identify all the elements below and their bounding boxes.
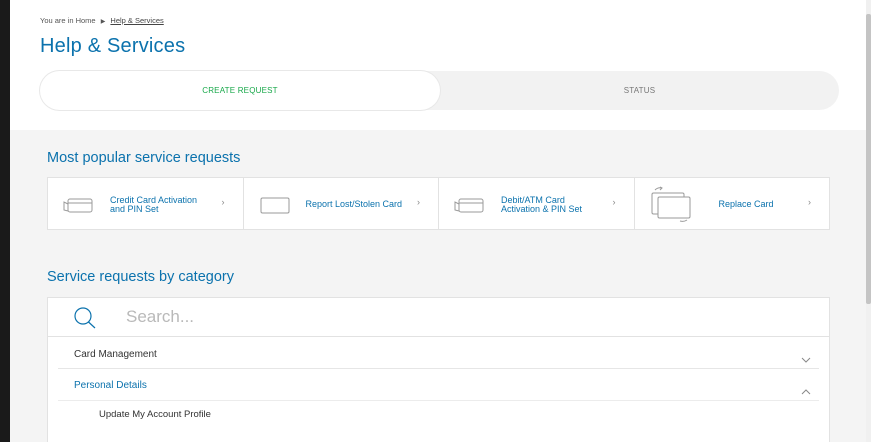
- card-tilted-icon: [62, 196, 96, 219]
- breadcrumb: You are in Home ▶ Help & Services: [40, 16, 164, 25]
- chevron-up-icon: [801, 382, 811, 400]
- search-box: [48, 298, 829, 337]
- card-swap-icon: [649, 186, 695, 227]
- popular-card-label: Replace Card: [718, 199, 774, 209]
- chevron-right-icon: ›: [221, 197, 225, 207]
- category-item-card-management[interactable]: Card Management: [58, 338, 819, 369]
- request-tabs: CREATE REQUEST STATUS: [40, 71, 839, 110]
- card-tilted-icon: [453, 196, 487, 219]
- search-input[interactable]: [126, 305, 726, 329]
- page-header: You are in Home ▶ Help & Services Help &…: [10, 0, 866, 130]
- category-panel: Card Management Personal Details Update …: [47, 297, 830, 442]
- popular-card-label: Credit Card Activation and PIN Set: [110, 194, 198, 214]
- chevron-down-icon: [801, 350, 811, 368]
- main-content: Most popular service requests Credit Car…: [10, 130, 866, 442]
- scrollbar-thumb[interactable]: [866, 14, 871, 304]
- category-item-personal-details[interactable]: Personal Details: [58, 370, 819, 401]
- left-edge-bar: [0, 0, 10, 442]
- chevron-right-icon: ›: [417, 197, 420, 207]
- search-icon[interactable]: [72, 306, 98, 335]
- popular-card-debit-activation[interactable]: Debit/ATM Card Activation & PIN Set ›: [439, 178, 635, 229]
- category-item-label: Card Management: [74, 349, 157, 360]
- breadcrumb-arrow-icon: ▶: [100, 19, 106, 25]
- breadcrumb-current[interactable]: Help & Services: [110, 16, 163, 25]
- popular-card-replace-card[interactable]: Replace Card ›: [635, 178, 830, 229]
- chevron-right-icon: ›: [612, 197, 616, 207]
- popular-section-title: Most popular service requests: [47, 150, 241, 166]
- page-title: Help & Services: [40, 35, 186, 57]
- category-item-label: Personal Details: [74, 380, 147, 391]
- popular-requests-row: Credit Card Activation and PIN Set › Rep…: [47, 177, 830, 230]
- chevron-right-icon: ›: [808, 197, 811, 207]
- popular-card-report-lost[interactable]: Report Lost/Stolen Card ›: [244, 178, 439, 229]
- tab-status[interactable]: STATUS: [440, 71, 839, 110]
- card-icon: [258, 196, 292, 219]
- popular-card-label: Debit/ATM Card Activation & PIN Set: [501, 194, 583, 214]
- popular-card-credit-activation[interactable]: Credit Card Activation and PIN Set ›: [48, 178, 244, 229]
- category-section-title: Service requests by category: [47, 269, 234, 285]
- subcategory-item-update-profile[interactable]: Update My Account Profile: [99, 409, 211, 420]
- breadcrumb-prefix: You are in Home: [40, 16, 96, 25]
- popular-card-label: Report Lost/Stolen Card: [305, 199, 403, 209]
- tab-create-request[interactable]: CREATE REQUEST: [40, 71, 440, 110]
